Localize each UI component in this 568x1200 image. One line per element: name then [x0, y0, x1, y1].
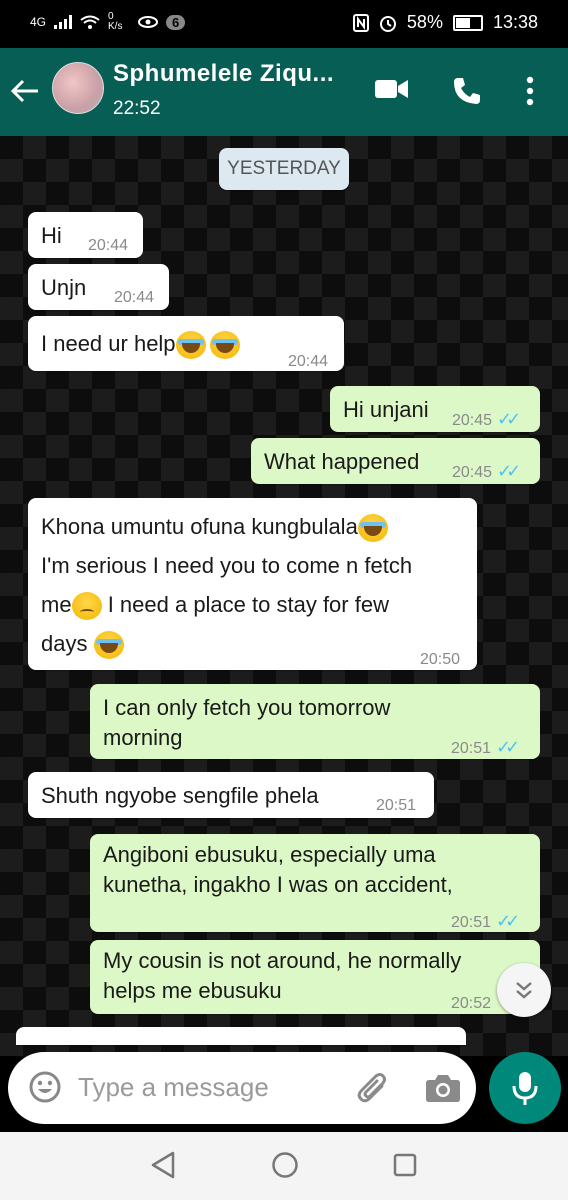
- crying-face-emoji: [357, 514, 388, 543]
- read-ticks-icon: ✓✓: [496, 737, 520, 757]
- message-text: Hi unjani: [343, 397, 429, 422]
- scroll-down-icon: [516, 982, 532, 999]
- system-nav-bar: [0, 1132, 568, 1200]
- crying-face-emoji: [175, 331, 206, 360]
- contact-avatar[interactable]: [52, 62, 104, 114]
- message-line: days: [41, 631, 88, 656]
- message-incoming-partial[interactable]: [16, 1027, 466, 1045]
- signal-icon: [54, 15, 73, 29]
- read-ticks-icon: ✓✓: [497, 409, 521, 429]
- message-outgoing[interactable]: I can only fetch you tomorrow morning 20…: [90, 684, 540, 759]
- message-line: me: [41, 592, 72, 617]
- chat-header: Sphumelele Ziqu... 22:52: [0, 48, 568, 136]
- message-time: 20:50: [420, 651, 461, 668]
- wifi-icon: [80, 15, 100, 29]
- message-outgoing[interactable]: What happened 20:45 ✓✓: [251, 438, 540, 484]
- message-meta: 20:51 ✓✓: [451, 732, 520, 764]
- message-time: 20:51: [376, 797, 417, 814]
- video-call-icon[interactable]: [375, 78, 409, 100]
- message-time: 20:51: [451, 740, 492, 757]
- more-menu-icon[interactable]: [525, 76, 535, 106]
- read-ticks-icon: ✓✓: [497, 461, 521, 481]
- voice-call-icon[interactable]: [452, 76, 482, 106]
- contact-name[interactable]: Sphumelele Ziqu...: [113, 60, 334, 88]
- voice-message-button[interactable]: [489, 1052, 561, 1124]
- message-line: My cousin is not around, he normally: [103, 948, 462, 973]
- message-time: 20:44: [114, 289, 155, 306]
- message-line: Angiboni ebusuku, especially uma: [103, 842, 436, 867]
- message-outgoing[interactable]: Hi unjani 20:45 ✓✓: [330, 386, 540, 432]
- message-text: Hi: [41, 223, 62, 248]
- message-content: Khona umuntu ofuna kungbulala I'm seriou…: [41, 507, 463, 663]
- message-outgoing[interactable]: My cousin is not around, he normally hel…: [90, 940, 540, 1014]
- nfc-icon: [352, 13, 369, 32]
- message-time: 20:52: [451, 995, 492, 1012]
- read-ticks-icon: ✓✓: [496, 911, 520, 931]
- message-time: 20:44: [88, 237, 129, 254]
- nav-back-icon[interactable]: [150, 1150, 176, 1180]
- message-line: Khona umuntu ofuna kungbulala: [41, 514, 358, 539]
- scroll-to-bottom-button[interactable]: [497, 963, 551, 1017]
- message-incoming[interactable]: Khona umuntu ofuna kungbulala I'm seriou…: [28, 498, 477, 670]
- message-line: I can only fetch you tomorrow: [103, 695, 391, 720]
- message-incoming[interactable]: Hi 20:44: [28, 212, 143, 258]
- date-divider: YESTERDAY: [219, 148, 349, 190]
- battery-percent: 58%: [406, 12, 443, 32]
- message-incoming[interactable]: Shuth ngyobe sengfile phela 20:51: [28, 772, 434, 818]
- data-speed: 0 K/s: [108, 11, 123, 32]
- message-line: I need a place to stay for few: [107, 592, 389, 617]
- attach-icon[interactable]: [356, 1072, 392, 1108]
- alarm-icon: [379, 15, 396, 32]
- message-content: Angiboni ebusuku, especially uma kunetha…: [103, 840, 526, 900]
- message-incoming[interactable]: Unjn 20:44: [28, 264, 169, 310]
- nav-home-icon[interactable]: [271, 1151, 299, 1179]
- message-time: 20:45: [452, 464, 493, 481]
- message-content: I need ur help: [41, 328, 240, 360]
- message-outgoing[interactable]: Angiboni ebusuku, especially uma kunetha…: [90, 834, 540, 932]
- camera-icon[interactable]: [425, 1072, 461, 1104]
- message-time: 20:51: [451, 914, 492, 931]
- status-bar: 4G 0 K/s 6 58% 13:38: [0, 0, 568, 48]
- disappointed-face-emoji: [71, 592, 102, 621]
- message-line: I'm serious I need you to come n fetch: [41, 553, 413, 578]
- message-input-bar[interactable]: Type a message: [8, 1052, 476, 1124]
- last-seen: 22:52: [113, 98, 161, 119]
- clock: 13:38: [492, 12, 538, 32]
- message-text: Shuth ngyobe sengfile phela: [41, 783, 319, 808]
- message-text: I need ur help: [41, 331, 176, 356]
- message-input[interactable]: Type a message: [78, 1072, 269, 1103]
- mic-icon: [512, 1072, 538, 1105]
- message-time: 20:44: [288, 353, 329, 370]
- emoji-icon[interactable]: [28, 1070, 62, 1104]
- message-incoming[interactable]: I need ur help 20:44: [28, 316, 344, 371]
- message-meta: 20:45 ✓✓: [452, 456, 521, 488]
- message-meta: 20:51 ✓✓: [451, 906, 520, 938]
- message-text: Unjn: [41, 275, 87, 300]
- message-time: 20:45: [452, 412, 493, 429]
- back-arrow-icon[interactable]: [10, 78, 40, 104]
- crying-face-emoji: [209, 331, 240, 360]
- eye-icon: [138, 16, 159, 28]
- crying-face-emoji: [93, 631, 124, 660]
- nav-recent-icon[interactable]: [393, 1153, 417, 1177]
- battery-icon: [452, 14, 483, 31]
- message-text: What happened: [264, 449, 420, 474]
- message-line: kunetha, ingakho I was on accident,: [103, 872, 453, 897]
- message-meta: 20:45 ✓✓: [452, 404, 521, 436]
- network-indicator: 4G: [30, 15, 47, 29]
- notification-count-badge: 6: [166, 14, 186, 30]
